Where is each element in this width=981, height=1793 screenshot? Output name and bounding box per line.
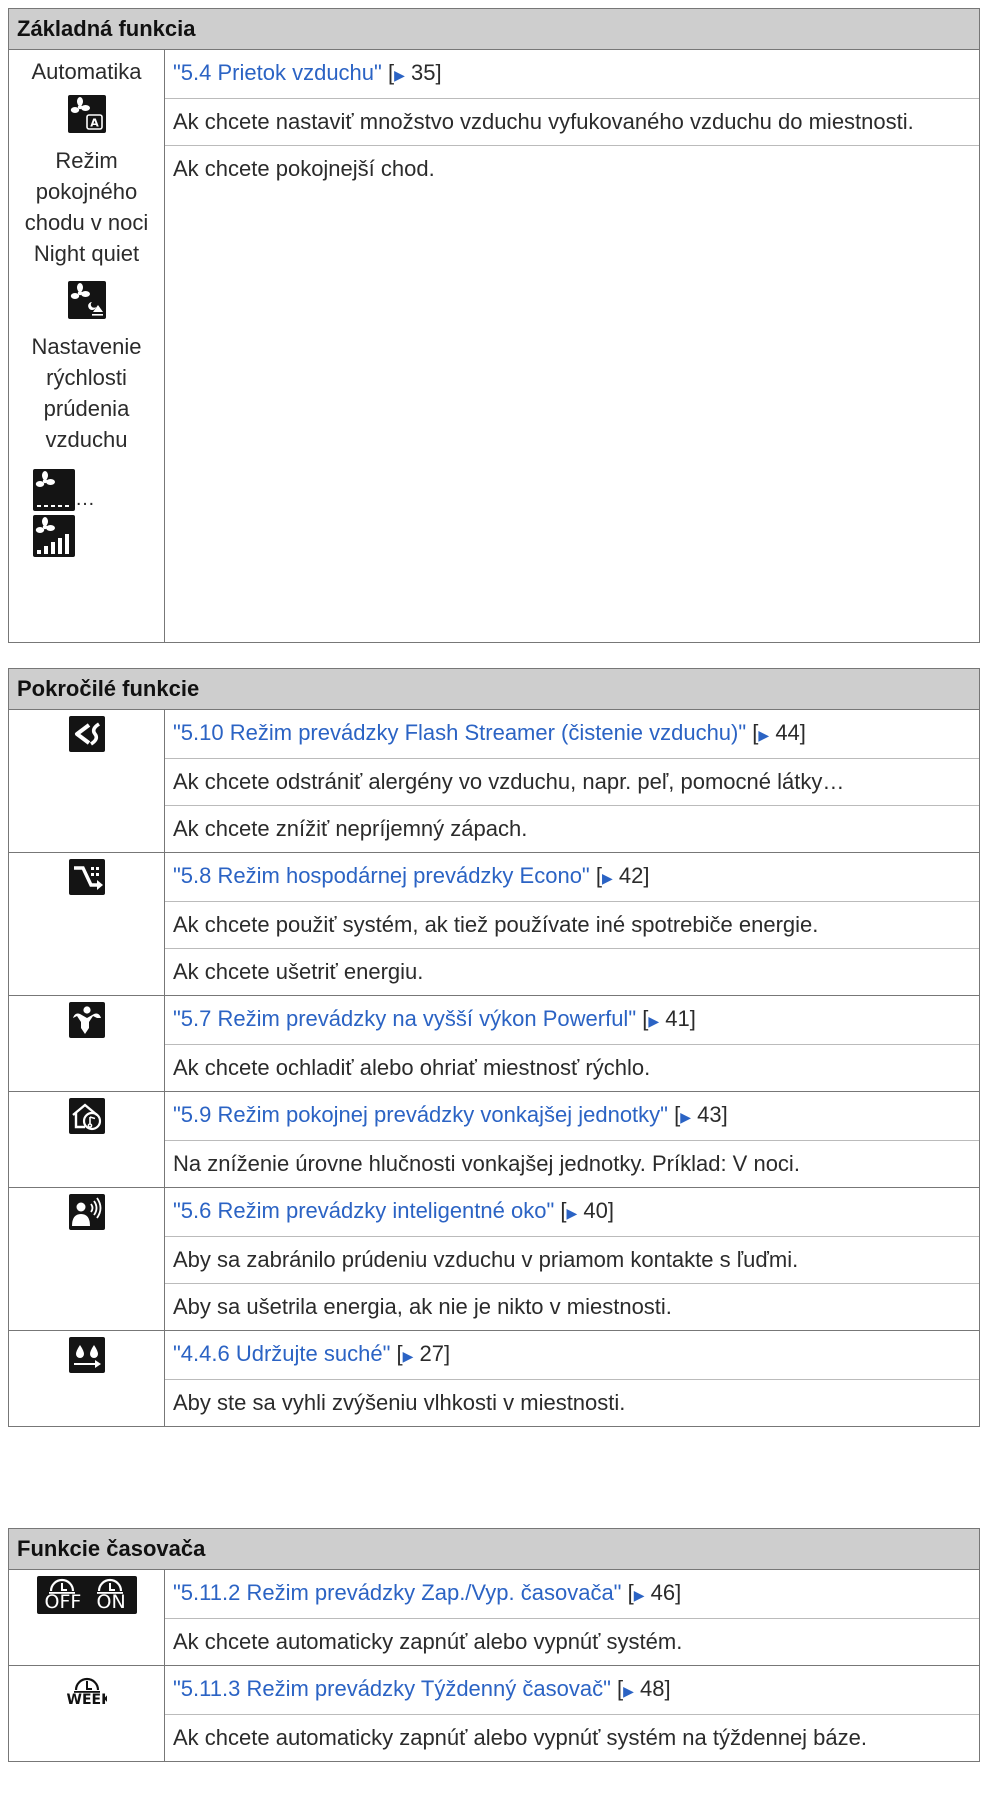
page-number: 46: [650, 1580, 676, 1605]
page-arrow-icon: ▶: [623, 1683, 634, 1699]
powerful-icon: [68, 1002, 105, 1038]
econo-link[interactable]: "5.8 Režim hospodárnej prevádzky Econo": [173, 863, 590, 888]
basic-desc-line: Ak chcete nastaviť množstvo vzduchu vyfu…: [165, 99, 979, 146]
feature-link-line: "5.8 Režim hospodárnej prevádzky Econo" …: [165, 853, 979, 902]
page-arrow-icon: ▶: [648, 1013, 660, 1029]
label-automatic: Automatika: [31, 59, 142, 84]
week-label: WEEK: [66, 1692, 107, 1708]
off-label: OFF: [44, 1591, 82, 1613]
page-arrow-icon: ▶: [758, 727, 770, 743]
page-arrow-icon: ▶: [394, 67, 405, 83]
airflow-link[interactable]: "5.4 Prietok vzduchu": [173, 60, 382, 85]
fan-speed-high-icon: [33, 515, 75, 557]
keep-dry-icon: [68, 1337, 105, 1373]
feature-desc-line: Ak chcete použiť systém, ak tiež používa…: [165, 902, 979, 949]
intelligent-eye-link[interactable]: "5.6 Režim prevádzky inteligentné oko": [173, 1198, 554, 1223]
ellipsis: …: [75, 488, 95, 510]
section-header-basic: Základná funkcia: [8, 8, 980, 50]
feature-link-line: "4.4.6 Udržujte suché" [▶ 27]: [165, 1331, 979, 1380]
feature-desc-line: Aby ste sa vyhli zvýšeniu vlhkosti v mie…: [173, 1390, 626, 1415]
feature-link-line: "5.11.2 Režim prevádzky Zap./Vyp. časova…: [165, 1570, 979, 1619]
section-header-advanced: Pokročilé funkcie: [8, 668, 980, 710]
intelligent-eye-icon: [68, 1194, 105, 1230]
on-off-timer-icon: OFF ON: [36, 1576, 137, 1614]
outdoor-quiet-link[interactable]: "5.9 Režim pokojnej prevádzky vonkajšej …: [173, 1102, 668, 1127]
section-header-timer: Funkcie časovača: [8, 1528, 980, 1570]
page-arrow-icon: ▶: [566, 1205, 578, 1221]
feature-desc-line: Ak chcete znížiť nepríjemný zápach.: [173, 816, 528, 841]
feature-desc-line: Ak chcete odstrániť alergény vo vzduchu,…: [165, 759, 979, 806]
feature-desc-line: Ak chcete ušetriť energiu.: [173, 959, 424, 984]
page-arrow-icon: ▶: [633, 1587, 645, 1603]
feature-desc-line: Aby sa ušetrila energia, ak nie je nikto…: [173, 1294, 672, 1319]
svg-text:A: A: [90, 117, 99, 130]
outdoor-quiet-icon: [68, 1098, 105, 1134]
timer-functions-table: Funkcie časovača OFF ON "5.11.2 Režim pr…: [8, 1528, 980, 1762]
feature-desc-line: Ak chcete automaticky zapnúť alebo vypnú…: [173, 1725, 867, 1750]
page-number: 40: [583, 1198, 608, 1223]
feature-desc-line: Ak chcete ochladiť alebo ohriať miestnos…: [173, 1055, 651, 1080]
flash-streamer-link[interactable]: "5.10 Režim prevádzky Flash Streamer (či…: [173, 720, 746, 745]
feature-link-line: "5.11.3 Režim prevádzky Týždenný časovač…: [165, 1666, 979, 1715]
feature-link-line: "5.10 Režim prevádzky Flash Streamer (či…: [165, 710, 979, 759]
flash-streamer-icon: [68, 716, 105, 752]
basic-function-table: Základná funkcia Automatika A Režim poko…: [8, 8, 980, 643]
label-fan-speed: Nastavenie rýchlosti prúdenia vzduchu: [31, 334, 142, 452]
feature-link-line: "5.7 Režim prevádzky na vyšší výkon Powe…: [165, 996, 979, 1045]
page-arrow-icon: ▶: [680, 1109, 691, 1125]
week-timer-icon: WEEK: [66, 1672, 107, 1712]
feature-desc-line: Aby sa zabránilo prúdeniu vzduchu v pria…: [165, 1237, 979, 1284]
feature-link-line: "5.9 Režim pokojnej prevádzky vonkajšej …: [165, 1092, 979, 1141]
keep-dry-link[interactable]: "4.4.6 Udržujte suché": [173, 1341, 390, 1366]
page-number: 27: [419, 1341, 445, 1366]
on-label: ON: [96, 1591, 126, 1613]
econo-icon: [68, 859, 105, 895]
page-arrow-icon: ▶: [601, 870, 613, 886]
label-night-quiet: Režim pokojného chodu v noci Night quiet: [24, 148, 149, 266]
feature-desc-line: Na zníženie úrovne hlučnosti vonkajšej j…: [173, 1151, 800, 1176]
feature-desc-line: Ak chcete automaticky zapnúť alebo vypnú…: [173, 1629, 683, 1654]
advanced-functions-table: Pokročilé funkcie "5.10 Režim prevádzky …: [8, 668, 980, 1427]
page-number: 48: [640, 1676, 665, 1701]
basic-link-line: "5.4 Prietok vzduchu" [▶ 35]: [165, 50, 979, 99]
powerful-link[interactable]: "5.7 Režim prevádzky na vyšší výkon Powe…: [173, 1006, 636, 1031]
fan-auto-icon: A: [67, 95, 106, 133]
basic-icons-cell: Automatika A Režim pokojného chodu v noc…: [8, 49, 165, 643]
fan-speed-low-icon: [33, 469, 75, 511]
feature-link-line: "5.6 Režim prevádzky inteligentné oko" […: [165, 1188, 979, 1237]
page-number: 35: [410, 60, 436, 85]
fan-night-quiet-icon: [67, 281, 106, 319]
page-number: 44: [775, 720, 800, 745]
week-timer-link[interactable]: "5.11.3 Režim prevádzky Týždenný časovač…: [173, 1676, 611, 1701]
page-number: 41: [665, 1006, 690, 1031]
page-number: 42: [618, 863, 644, 888]
basic-desc-cell: "5.4 Prietok vzduchu" [▶ 35] Ak chcete n…: [164, 49, 980, 643]
page-arrow-icon: ▶: [402, 1348, 414, 1364]
basic-desc-line: Ak chcete pokojnejší chod.: [173, 156, 435, 181]
page-number: 43: [697, 1102, 722, 1127]
on-off-timer-link[interactable]: "5.11.2 Režim prevádzky Zap./Vyp. časova…: [173, 1580, 622, 1605]
